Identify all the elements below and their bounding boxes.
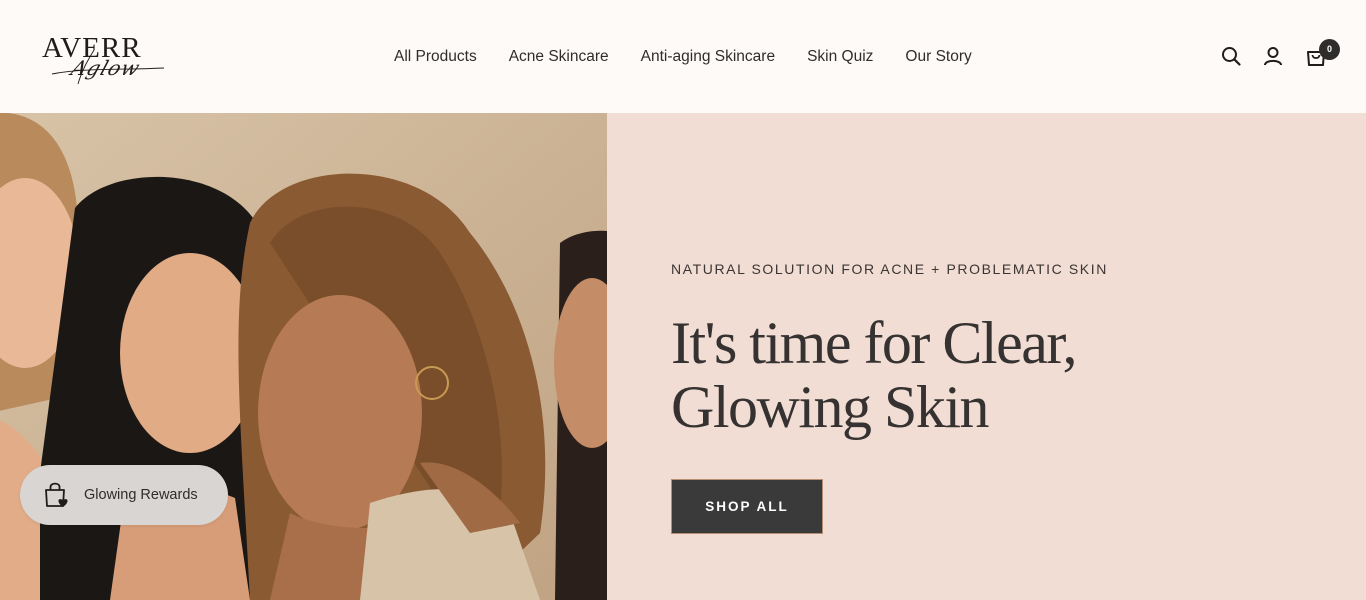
user-icon — [1264, 47, 1282, 66]
nav-anti-aging-skincare[interactable]: Anti-aging Skincare — [641, 47, 775, 67]
hero-headline-line1: It's time for Clear, — [671, 310, 1077, 376]
rewards-launcher[interactable]: Glowing Rewards — [20, 465, 228, 525]
hero-headline: It's time for Clear, Glowing Skin — [671, 311, 1291, 439]
hero-headline-line2: Glowing Skin — [671, 374, 990, 440]
shop-all-button[interactable]: SHOP ALL — [671, 479, 823, 534]
cart-count-badge: 0 — [1319, 39, 1340, 60]
nav-skin-quiz[interactable]: Skin Quiz — [807, 47, 873, 67]
shopping-bag-heart-icon — [45, 482, 68, 507]
nav-our-story[interactable]: Our Story — [905, 47, 971, 67]
hero-eyebrow: NATURAL SOLUTION FOR ACNE + PROBLEMATIC … — [671, 261, 1108, 277]
account-button[interactable] — [1262, 45, 1284, 67]
nav-all-products[interactable]: All Products — [394, 47, 477, 67]
logo-script: Aglow — [68, 56, 144, 80]
main-nav: All Products Acne Skincare Anti-aging Sk… — [394, 47, 972, 67]
search-button[interactable] — [1220, 45, 1242, 67]
search-icon — [1222, 47, 1241, 66]
site-header: AVERR Aglow All Products Acne Skincare A… — [0, 0, 1366, 113]
hero-photo — [0, 113, 607, 600]
brand-logo[interactable]: AVERR Aglow — [42, 30, 182, 88]
hero-panel: NATURAL SOLUTION FOR ACNE + PROBLEMATIC … — [607, 113, 1366, 600]
rewards-label: Glowing Rewards — [84, 487, 198, 503]
nav-acne-skincare[interactable]: Acne Skincare — [509, 47, 609, 67]
hero-illustration — [0, 113, 607, 600]
